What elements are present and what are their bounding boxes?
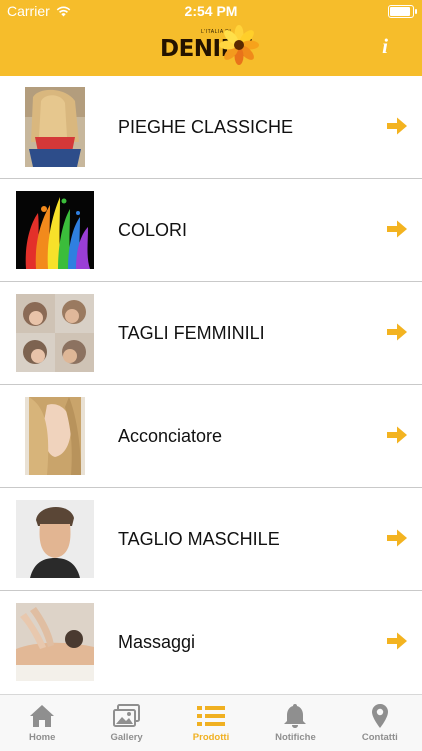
list-item-pieghe-classiche[interactable]: PIEGHE CLASSICHE — [0, 76, 422, 179]
list-icon — [197, 702, 226, 730]
tab-prodotti[interactable]: Prodotti — [169, 695, 253, 751]
tab-bar: Home Gallery Prodotti Notifiche Contatti — [0, 694, 422, 751]
list-item-label: TAGLI FEMMINILI — [118, 322, 265, 343]
arrow-right-icon[interactable] — [386, 116, 408, 136]
tab-home[interactable]: Home — [0, 695, 84, 751]
acconciatore-thumbnail — [25, 397, 85, 475]
list-item-acconciatore[interactable]: Acconciatore — [0, 385, 422, 488]
battery-level — [390, 7, 410, 16]
brand-logo: L'ITALIA DI DENIRE — [160, 25, 270, 70]
tab-label: Notifiche — [275, 732, 316, 743]
list-item-label: PIEGHE CLASSICHE — [118, 116, 294, 137]
arrow-right-icon[interactable] — [386, 528, 408, 548]
list-item-taglio-maschile[interactable]: TAGLIO MASCHILE — [0, 488, 422, 591]
tab-label: Gallery — [110, 732, 143, 743]
arrow-right-icon[interactable] — [386, 219, 408, 239]
arrow-right-icon[interactable] — [386, 631, 408, 651]
status-time: 2:54 PM — [184, 3, 238, 19]
arrow-right-icon[interactable] — [386, 425, 408, 445]
tagli-femminili-thumbnail — [16, 294, 94, 372]
arrow-right-icon[interactable] — [386, 322, 408, 342]
tab-notifiche[interactable]: Notifiche — [253, 695, 337, 751]
nav-header: Carrier 2:54 PM L'ITALIA DI DENIRE i — [0, 0, 422, 76]
list-item-label: COLORI — [118, 219, 188, 240]
list-item-massaggi[interactable]: Massaggi — [0, 591, 422, 693]
battery-icon — [388, 5, 417, 18]
map-pin-icon — [366, 702, 394, 730]
list-item-label: Acconciatore — [118, 425, 223, 446]
tab-contatti[interactable]: Contatti — [338, 695, 422, 751]
list-item-colori[interactable]: COLORI — [0, 179, 422, 282]
home-icon — [28, 702, 56, 730]
list-item-label: Massaggi — [118, 631, 196, 652]
list-item-tagli-femminili[interactable]: TAGLI FEMMINILI — [0, 282, 422, 385]
info-button[interactable]: i — [382, 34, 388, 59]
list-item-label: TAGLIO MASCHILE — [118, 528, 280, 549]
colori-thumbnail — [16, 191, 94, 269]
tab-label: Prodotti — [192, 732, 230, 743]
massaggi-thumbnail — [16, 603, 94, 681]
flower-icon — [219, 25, 259, 65]
gallery-icon — [112, 702, 141, 730]
tab-label: Home — [29, 732, 56, 743]
tab-gallery[interactable]: Gallery — [84, 695, 168, 751]
pieghe-thumbnail — [25, 87, 85, 167]
tab-label: Contatti — [361, 732, 398, 743]
status-bar: Carrier 2:54 PM — [0, 0, 422, 22]
category-list: PIEGHE CLASSICHE COLORI TAGLI FEMMINILI … — [0, 76, 422, 693]
bell-icon — [281, 702, 309, 730]
taglio-maschile-thumbnail — [16, 500, 94, 578]
